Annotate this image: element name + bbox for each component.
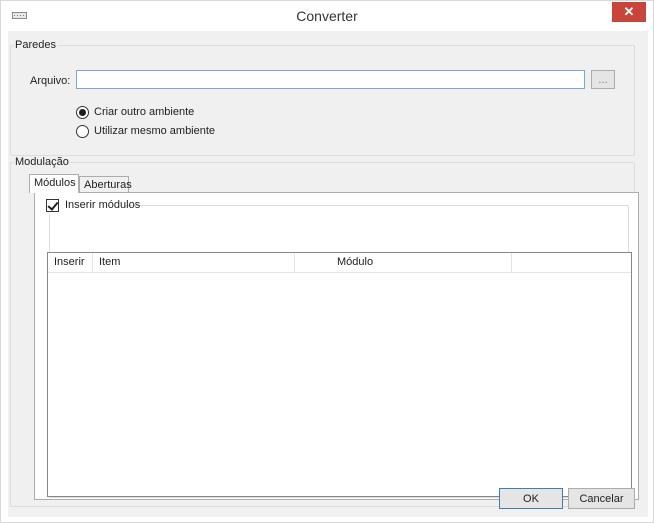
tab-page-modulos: Inserir módulos Inserir Item Módulo — [34, 192, 639, 500]
column-header-empty[interactable] — [512, 253, 631, 272]
radio-label: Utilizar mesmo ambiente — [94, 125, 216, 137]
list-header: Inserir Item Módulo — [48, 253, 631, 273]
modulacao-legend: Modulação — [15, 156, 69, 168]
checkbox-checked-icon — [46, 199, 59, 212]
column-header-item[interactable]: Item — [93, 253, 295, 272]
dialog-body: Paredes Arquivo: ... Criar outro ambient… — [8, 31, 648, 517]
column-header-modulo[interactable]: Módulo — [295, 253, 512, 272]
ok-button[interactable]: OK — [499, 488, 563, 509]
paredes-group: Paredes — [10, 39, 635, 156]
cancel-button[interactable]: Cancelar — [568, 488, 635, 509]
inserir-modulos-label: Inserir módulos — [65, 199, 141, 211]
arquivo-label: Arquivo: — [30, 75, 71, 87]
browse-button[interactable]: ... — [591, 70, 615, 89]
radio-label: Criar outro ambiente — [94, 106, 195, 118]
modulos-list[interactable]: Inserir Item Módulo — [47, 252, 632, 497]
radio-checked-icon — [76, 106, 89, 119]
title-bar[interactable]: Converter ✕ — [1, 1, 653, 31]
paredes-legend: Paredes — [15, 39, 56, 51]
window-title: Converter — [296, 8, 358, 24]
radio-unchecked-icon — [76, 125, 89, 138]
arquivo-input[interactable] — [76, 70, 585, 89]
inserir-modulos-checkbox[interactable]: Inserir módulos — [43, 198, 140, 214]
tab-modulos[interactable]: Módulos — [29, 174, 79, 193]
tab-aberturas[interactable]: Aberturas — [79, 176, 132, 193]
close-button[interactable]: ✕ — [612, 2, 646, 22]
converter-window: Converter ✕ Paredes Arquivo: ... Criar o… — [0, 0, 654, 523]
column-header-inserir[interactable]: Inserir — [48, 253, 93, 272]
